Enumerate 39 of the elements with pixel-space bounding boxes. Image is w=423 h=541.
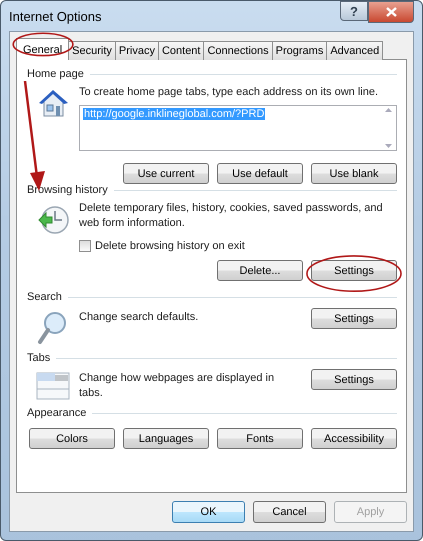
tab[interactable]: Programs <box>272 41 328 60</box>
appearance-button[interactable]: Colors <box>29 428 115 449</box>
section-title: Browsing history <box>27 184 108 196</box>
magnifier-icon <box>37 310 69 346</box>
home-page-button[interactable]: Use blank <box>311 163 397 184</box>
section-title: Home page <box>27 68 84 80</box>
tab[interactable]: Connections <box>203 41 273 60</box>
tab[interactable]: Content <box>158 41 204 60</box>
section-title: Appearance <box>27 407 86 419</box>
dialog-button[interactable]: OK <box>172 501 245 523</box>
settings-button[interactable]: Settings <box>311 308 397 329</box>
appearance-button[interactable]: Fonts <box>217 428 303 449</box>
checkbox-label[interactable]: Delete browsing history on exit <box>95 240 245 252</box>
home-page-button[interactable]: Use default <box>217 163 303 184</box>
appearance-button[interactable]: Accessibility <box>311 428 397 449</box>
scroll-up-icon[interactable] <box>384 108 392 112</box>
section-description: To create home page tabs, type each address on its own line. <box>79 85 380 100</box>
tab[interactable]: Privacy <box>114 41 159 60</box>
settings-button[interactable]: Settings <box>311 369 397 390</box>
section-description: Delete temporary files, history, cookies, saved passwords, and web form information. <box>79 201 384 231</box>
tab[interactable]: Advanced <box>326 41 384 60</box>
section-title: Search <box>27 291 62 303</box>
home-page-button[interactable]: Use current <box>123 163 209 184</box>
tab[interactable]: Security <box>68 41 116 60</box>
section-description: Change search defaults. <box>79 310 198 325</box>
history-button[interactable]: Settings <box>311 260 397 281</box>
checkbox[interactable] <box>79 240 91 252</box>
help-button[interactable]: ? <box>340 1 368 21</box>
close-icon <box>386 7 396 17</box>
appearance-button[interactable]: Languages <box>123 428 209 449</box>
close-button[interactable] <box>368 1 414 23</box>
tabs-icon <box>36 371 70 401</box>
section-description: Change how webpages are displayed in tabs. <box>79 371 276 401</box>
scroll-down-icon[interactable] <box>384 144 392 148</box>
section-title: Tabs <box>27 352 50 364</box>
window-title: Internet Options <box>9 8 102 24</box>
history-button[interactable]: Delete... <box>217 260 303 281</box>
tab[interactable]: General <box>16 38 70 60</box>
dialog-button[interactable]: Cancel <box>253 501 326 523</box>
